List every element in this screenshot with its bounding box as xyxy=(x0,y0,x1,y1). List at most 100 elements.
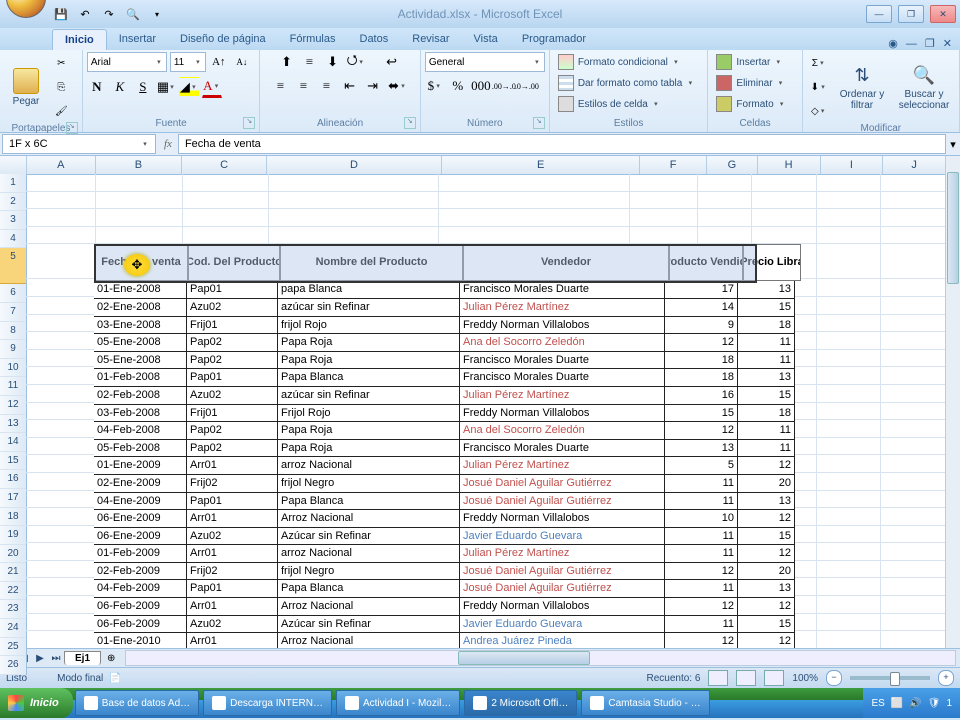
cell[interactable] xyxy=(881,596,946,614)
table-cell[interactable]: Josué Daniel Aguilar Gutiérrez xyxy=(460,475,665,493)
table-cell[interactable]: 11 xyxy=(738,422,795,440)
decrease-decimal-icon[interactable]: .0→.00 xyxy=(517,76,537,96)
table-cell[interactable]: 18 xyxy=(665,352,738,370)
table-cell[interactable]: 11 xyxy=(665,545,738,563)
column-header[interactable]: F xyxy=(640,156,707,174)
table-cell[interactable]: Andrea Juárez Pineda xyxy=(460,633,665,648)
align-dialog-icon[interactable]: ↘ xyxy=(404,117,416,129)
table-cell[interactable]: Papa Blanca xyxy=(278,493,460,511)
save-icon[interactable]: 💾 xyxy=(50,3,72,25)
shrink-font-icon[interactable]: A↓ xyxy=(232,52,252,72)
cell[interactable] xyxy=(881,332,946,350)
row-header[interactable]: 25 xyxy=(0,638,26,657)
cell[interactable] xyxy=(817,631,882,648)
italic-button[interactable]: K xyxy=(110,77,130,97)
table-cell[interactable]: 11 xyxy=(738,440,795,458)
row-header[interactable]: 12 xyxy=(0,396,26,415)
cell[interactable] xyxy=(881,614,946,632)
expand-formula-icon[interactable]: ▾ xyxy=(946,138,960,151)
table-cell[interactable]: 01-Feb-2008 xyxy=(94,369,187,387)
cell[interactable] xyxy=(26,561,96,579)
table-cell[interactable]: 12 xyxy=(738,633,795,648)
table-cell[interactable]: Arr01 xyxy=(187,598,278,616)
cell[interactable] xyxy=(881,526,946,544)
bold-button[interactable]: N xyxy=(87,77,107,97)
cell[interactable] xyxy=(698,192,752,210)
table-cell[interactable]: Julian Pérez Martínez xyxy=(460,299,665,317)
ribbon-tab-insertar[interactable]: Insertar xyxy=(107,29,168,50)
table-cell[interactable]: 20 xyxy=(738,563,795,581)
row-header[interactable]: 13 xyxy=(0,415,26,434)
font-size-input[interactable]: 11▾ xyxy=(170,52,206,72)
cell[interactable] xyxy=(26,491,96,509)
tray-lang[interactable]: ES xyxy=(871,698,884,709)
format-as-table-button[interactable]: Dar formato como tabla▾ xyxy=(554,73,699,93)
table-cell[interactable]: 12 xyxy=(665,334,738,352)
cell[interactable] xyxy=(881,315,946,333)
sheet-tab[interactable]: Ej1 xyxy=(64,651,101,665)
tab-nav-next-icon[interactable]: ▶ xyxy=(32,653,48,664)
table-cell[interactable]: 05-Ene-2008 xyxy=(94,334,187,352)
cell[interactable] xyxy=(439,209,630,227)
table-cell[interactable]: Frij02 xyxy=(187,563,278,581)
cell[interactable] xyxy=(26,367,96,385)
cell[interactable] xyxy=(817,438,882,456)
taskbar-item[interactable]: Camtasia Studio - … xyxy=(581,690,709,716)
table-cell[interactable]: Arroz Nacional xyxy=(278,510,460,528)
cell[interactable] xyxy=(817,473,882,491)
row-header[interactable]: 18 xyxy=(0,508,26,527)
table-cell[interactable]: frijol Rojo xyxy=(278,317,460,335)
tray-time[interactable]: 1 xyxy=(946,698,952,709)
name-box[interactable]: 1F x 6C▾ xyxy=(2,134,156,154)
cell[interactable] xyxy=(26,526,96,544)
cell[interactable] xyxy=(26,227,96,245)
column-header[interactable]: C xyxy=(182,156,267,174)
row-header[interactable]: 1 xyxy=(0,174,26,193)
table-cell[interactable]: Frij01 xyxy=(187,405,278,423)
row-header[interactable]: 23 xyxy=(0,600,26,619)
page-break-view-icon[interactable] xyxy=(764,670,784,686)
table-cell[interactable]: 04-Feb-2009 xyxy=(94,580,187,598)
cell[interactable] xyxy=(881,244,946,279)
cell[interactable] xyxy=(817,297,882,315)
cell[interactable] xyxy=(881,508,946,526)
cell[interactable] xyxy=(817,315,882,333)
cell[interactable] xyxy=(26,350,96,368)
align-middle-icon[interactable]: ≡ xyxy=(300,52,320,72)
cell[interactable] xyxy=(26,332,96,350)
table-cell[interactable]: 01-Ene-2008 xyxy=(94,281,187,299)
cell[interactable] xyxy=(26,631,96,648)
tray-icon[interactable]: ⬜ xyxy=(891,698,903,709)
column-header[interactable]: G xyxy=(707,156,758,174)
cell[interactable] xyxy=(698,227,752,245)
table-cell[interactable]: 06-Feb-2009 xyxy=(94,598,187,616)
cell[interactable] xyxy=(817,596,882,614)
print-preview-icon[interactable]: 🔍 xyxy=(122,3,144,25)
clipboard-dialog-icon[interactable]: ↘ xyxy=(66,122,78,134)
cell[interactable] xyxy=(26,192,96,210)
row-header[interactable]: 7 xyxy=(0,303,26,322)
restore-button[interactable]: ❐ xyxy=(898,5,924,23)
table-cell[interactable]: 01-Ene-2010 xyxy=(94,633,187,648)
table-cell[interactable]: Pap02 xyxy=(187,422,278,440)
table-cell[interactable]: 15 xyxy=(738,299,795,317)
table-cell[interactable]: Papa Roja xyxy=(278,334,460,352)
cell[interactable] xyxy=(881,543,946,561)
start-button[interactable]: Inicio xyxy=(0,688,73,718)
cell[interactable] xyxy=(698,209,752,227)
normal-view-icon[interactable] xyxy=(708,670,728,686)
table-cell[interactable]: 15 xyxy=(738,616,795,634)
column-header[interactable]: H xyxy=(758,156,821,174)
table-cell[interactable]: 18 xyxy=(665,369,738,387)
table-cell[interactable]: 11 xyxy=(665,528,738,546)
cell[interactable] xyxy=(96,192,183,210)
table-cell[interactable]: Francisco Morales Duarte xyxy=(460,440,665,458)
table-cell[interactable]: 04-Ene-2009 xyxy=(94,493,187,511)
table-cell[interactable]: 02-Ene-2009 xyxy=(94,475,187,493)
delete-cells-button[interactable]: Eliminar▾ xyxy=(712,73,788,93)
align-center-icon[interactable]: ≡ xyxy=(294,76,314,96)
table-cell[interactable]: Francisco Morales Duarte xyxy=(460,369,665,387)
cell[interactable] xyxy=(269,227,439,245)
format-cells-button[interactable]: Formato▾ xyxy=(712,94,789,114)
table-cell[interactable]: 01-Feb-2009 xyxy=(94,545,187,563)
